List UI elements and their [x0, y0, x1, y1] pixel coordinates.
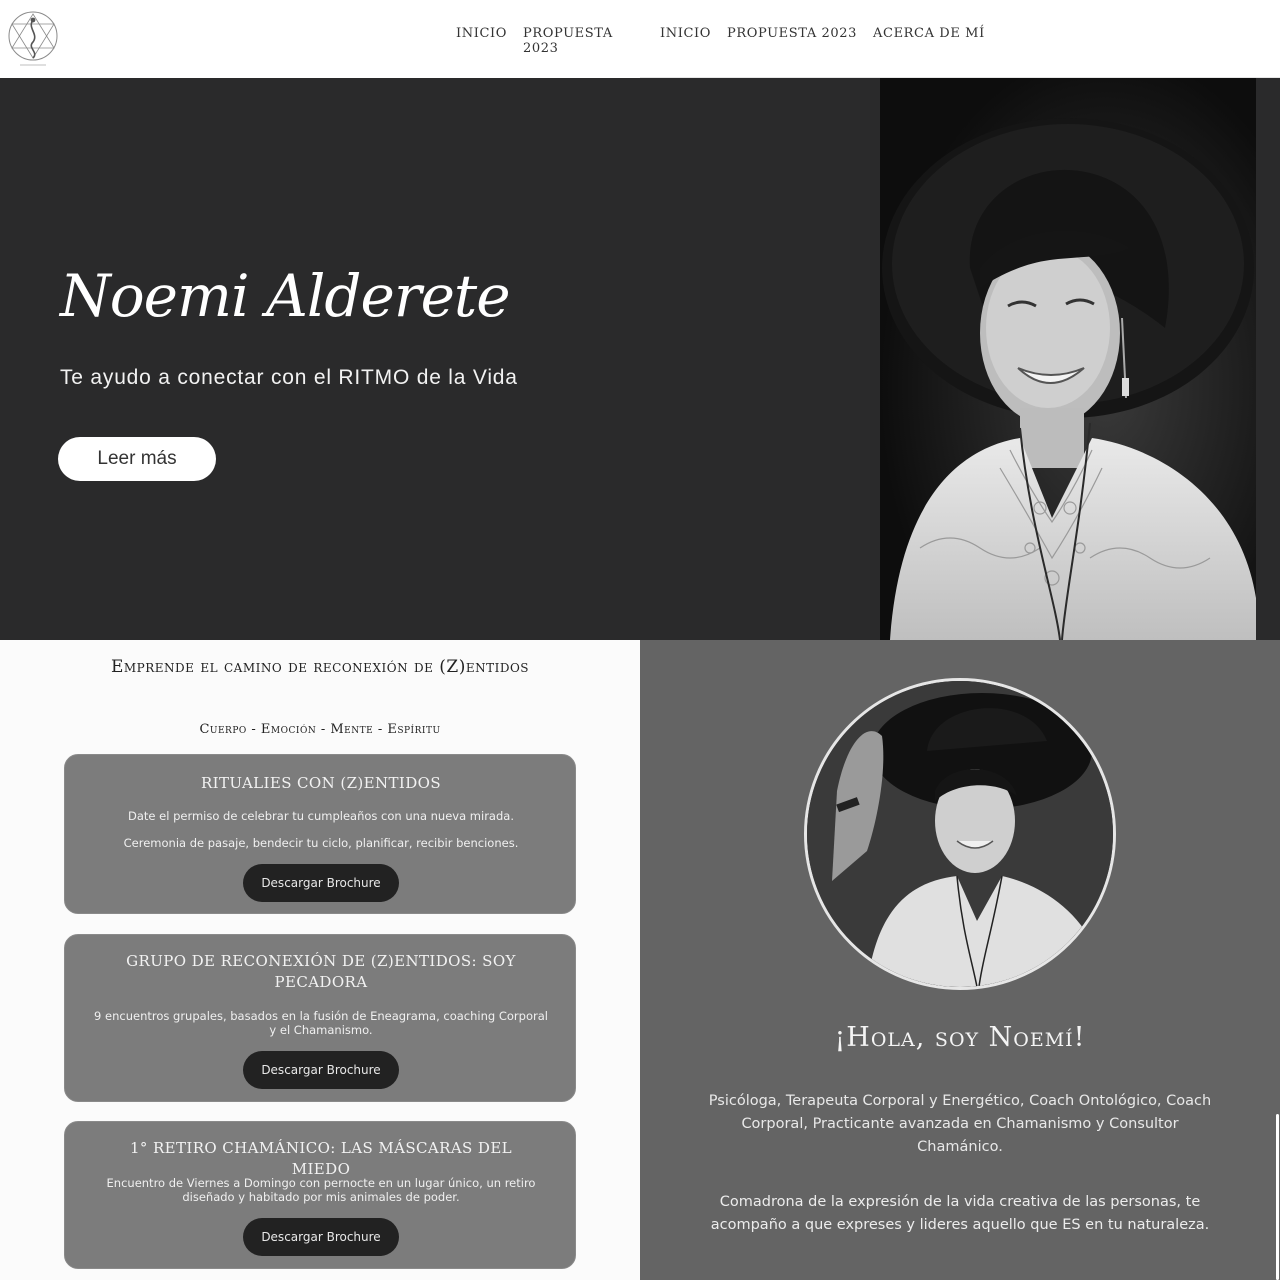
services-title: Emprende el camino de reconexión de (Z)e…	[110, 657, 530, 677]
service-card-retiro: 1° RETIRO CHAMÁNICO: LAS MÁSCARAS DEL MI…	[64, 1121, 576, 1269]
card-text: 9 encuentros grupales, basados en la fus…	[94, 1009, 548, 1037]
download-brochure-button[interactable]: Descargar Brochure	[243, 1218, 399, 1256]
hero-edge	[1256, 78, 1280, 640]
scrollbar[interactable]	[1276, 1114, 1279, 1280]
card-text: Ceremonia de pasaje, bendecir tu ciclo, …	[123, 836, 519, 850]
card-title: 1° RETIRO CHAMÁNICO: LAS MÁSCARAS DEL MI…	[129, 1139, 513, 1178]
nav-left: INICIO PROPUESTA 2023	[456, 26, 640, 56]
read-more-button[interactable]: Leer más	[58, 437, 216, 481]
hero-title: Noemi Alderete	[60, 262, 511, 330]
download-brochure-button[interactable]: Descargar Brochure	[243, 1051, 399, 1089]
about-section: ¡Hola, soy Noemí! Psicóloga, Terapeuta C…	[640, 640, 1280, 1280]
card-title: GRUPO DE RECONEXIÓN DE (Z)ENTIDOS: SOY P…	[126, 952, 516, 991]
portrait-photo	[804, 678, 1116, 990]
card-text: Encuentro de Viernes a Domingo con perno…	[106, 1176, 536, 1204]
header-left: INICIO PROPUESTA 2023	[0, 0, 640, 78]
service-card-rituales: RITUALIES CON (Z)ENTIDOS Date el permiso…	[64, 754, 576, 914]
nav-inicio-right[interactable]: INICIO	[660, 26, 711, 41]
portrait-woman-hat	[807, 681, 1113, 987]
nav-propuesta-2023[interactable]: PROPUESTA 2023	[523, 26, 640, 56]
card-title: RITUALIES CON (Z)ENTIDOS	[200, 774, 442, 792]
about-paragraph-1: Psicóloga, Terapeuta Corporal y Energéti…	[708, 1093, 1212, 1155]
nav-inicio[interactable]: INICIO	[456, 26, 507, 56]
nav-right: INICIO PROPUESTA 2023 ACERCA DE MÍ	[660, 26, 985, 41]
about-paragraph-2: Comadrona de la expresión de la vida cre…	[710, 1194, 1210, 1233]
services-section: Emprende el camino de reconexión de (Z)e…	[0, 640, 640, 1280]
nav-propuesta-2023-right[interactable]: PROPUESTA 2023	[727, 26, 857, 41]
logo-icon[interactable]	[6, 8, 60, 68]
hero-section	[0, 78, 880, 640]
woman-with-hat-photo	[880, 78, 1256, 640]
hero-subtitle: Te ayudo a conectar con el RITMO de la V…	[60, 366, 518, 389]
service-card-grupo: GRUPO DE RECONEXIÓN DE (Z)ENTIDOS: SOY P…	[64, 934, 576, 1102]
about-title: ¡Hola, soy Noemí!	[834, 1022, 1086, 1053]
header-right: INICIO PROPUESTA 2023 ACERCA DE MÍ	[640, 0, 1280, 78]
nav-acerca-de-mi[interactable]: ACERCA DE MÍ	[873, 26, 985, 41]
hero-photo	[880, 78, 1256, 640]
download-brochure-button[interactable]: Descargar Brochure	[243, 864, 399, 902]
card-text: Date el permiso de celebrar tu cumpleaño…	[128, 809, 514, 823]
services-subtitle: Cuerpo - Emoción - Mente - Espíritu	[199, 722, 441, 737]
